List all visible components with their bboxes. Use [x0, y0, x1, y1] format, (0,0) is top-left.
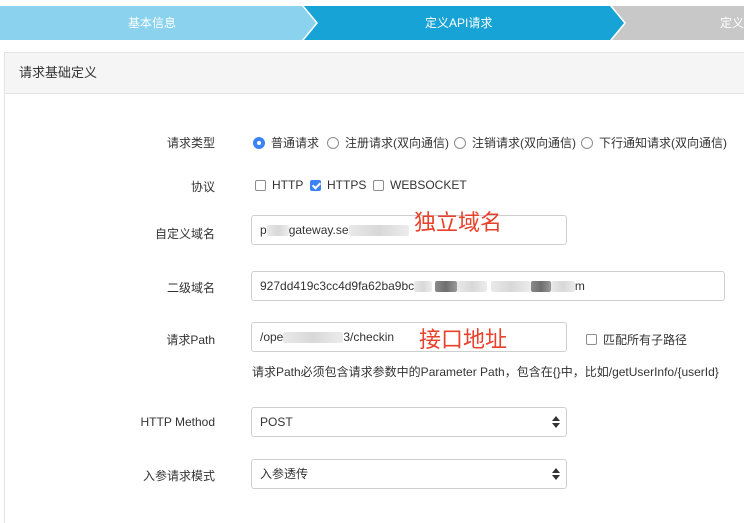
second-domain-input[interactable]: 927dd419c3cc4d9fa62ba9bc m [251, 271, 725, 301]
redacted-area [457, 281, 488, 293]
protocol-label: 协议 [190, 180, 215, 194]
radio-button[interactable] [253, 136, 265, 149]
redacted-area [283, 332, 344, 344]
request-path-input[interactable]: /ope 3/checkin [251, 322, 567, 352]
step-progress-bar: 基本信息 定义API请求 定义 [0, 6, 744, 40]
checkbox-label: WEBSOCKET [390, 178, 467, 192]
checkbox[interactable] [255, 179, 266, 191]
radio-normal-request[interactable]: 普通请求 [253, 134, 319, 151]
request-path-hint: 请求Path必须包含请求参数中的Parameter Path，包含在{}中，比如… [252, 365, 719, 379]
checkbox-websocket[interactable]: WEBSOCKET [373, 178, 467, 192]
step-define-api-request[interactable]: 定义API请求 [425, 6, 492, 40]
second-domain-value-end: m [574, 279, 585, 293]
annotation-domain: 独立域名 [414, 210, 503, 235]
request-path-label: 请求Path [166, 333, 215, 347]
custom-domain-label: 自定义域名 [154, 227, 215, 241]
checkbox[interactable] [586, 334, 597, 345]
second-domain-label: 二级域名 [166, 281, 215, 295]
radio-label: 注销请求(双向通信) [472, 136, 576, 150]
param-mode-label: 入参请求模式 [142, 469, 215, 483]
http-method-select[interactable]: POST [251, 407, 567, 437]
request-path-value-end: 3/checkin [343, 330, 395, 344]
radio-button[interactable] [327, 136, 339, 149]
radio-label: 下行通知请求(双向通信) [599, 136, 727, 150]
second-domain-value-start: 927dd419c3cc4d9fa62ba9bc [260, 279, 415, 293]
radio-unregister-request[interactable]: 注销请求(双向通信) [454, 134, 576, 151]
radio-register-request[interactable]: 注册请求(双向通信) [327, 134, 449, 151]
checkbox[interactable] [310, 179, 321, 191]
custom-domain-value-mid: gateway.se [288, 223, 349, 237]
annotation-path: 接口地址 [419, 327, 508, 352]
request-path-value-start: /ope [260, 330, 284, 344]
redacted-area [435, 281, 458, 293]
checkbox-label: HTTPS [327, 178, 367, 192]
checkbox-http[interactable]: HTTP [255, 178, 303, 192]
redacted-area [414, 281, 433, 293]
http-method-value: POST [260, 415, 293, 429]
request-type-label: 请求类型 [166, 136, 215, 150]
select-arrows-icon [552, 416, 560, 428]
radio-label: 普通请求 [271, 136, 320, 150]
redacted-area [490, 281, 531, 293]
http-method-label: HTTP Method [140, 415, 215, 429]
checkbox[interactable] [373, 179, 384, 191]
checkbox-label: HTTP [272, 178, 304, 192]
param-mode-value: 入参透传 [260, 467, 309, 481]
step-define-next[interactable]: 定义 [720, 6, 744, 40]
redacted-area [266, 225, 289, 237]
redacted-area [348, 225, 409, 237]
param-mode-select[interactable]: 入参透传 [251, 459, 567, 489]
radio-label: 注册请求(双向通信) [345, 136, 449, 150]
radio-downstream-notify-request[interactable]: 下行通知请求(双向通信) [581, 134, 727, 151]
step-arrows-graphic [0, 6, 744, 40]
select-arrows-icon [552, 468, 560, 480]
custom-domain-input[interactable]: p gateway.se [251, 215, 567, 245]
checkbox-https[interactable]: HTTPS [310, 178, 366, 192]
checkbox-match-all-subpaths[interactable]: 匹配所有子路径 [586, 331, 687, 348]
custom-domain-value-start: p [260, 223, 267, 237]
panel-title: 请求基础定义 [5, 53, 744, 94]
checkbox-label: 匹配所有子路径 [603, 333, 688, 347]
redacted-area [550, 281, 575, 293]
radio-button[interactable] [454, 136, 466, 149]
redacted-area [530, 281, 551, 293]
radio-button[interactable] [581, 136, 593, 149]
step-basic-info[interactable]: 基本信息 [128, 6, 176, 40]
